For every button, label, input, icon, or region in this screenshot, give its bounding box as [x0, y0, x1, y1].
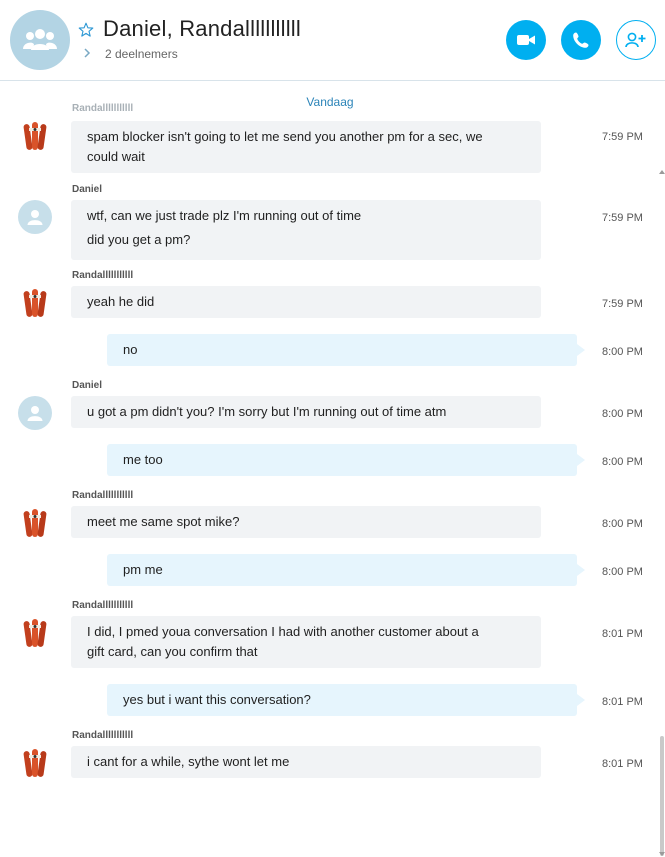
sausage-avatar-icon	[23, 289, 47, 317]
add-participant-button[interactable]	[616, 20, 656, 60]
sender-name: Randalllllllllll	[72, 730, 134, 741]
sausage-avatar-icon	[23, 509, 47, 537]
message-bubble[interactable]: wtf, can we just trade plz I'm running o…	[71, 200, 541, 260]
message-bubble[interactable]: i cant for a while, sythe wont let me	[71, 746, 541, 778]
message-text: could wait	[87, 149, 145, 164]
video-camera-icon	[517, 35, 535, 45]
message-timestamp: 8:01 PM	[602, 758, 643, 770]
sausage-avatar-icon	[23, 122, 47, 150]
message-timestamp: 8:00 PM	[602, 408, 643, 420]
message-list[interactable]: Vandaag Randalllllllllll spam blocker is…	[0, 81, 665, 856]
avatar[interactable]	[18, 119, 52, 153]
person-icon	[27, 210, 43, 225]
avatar[interactable]	[18, 200, 52, 234]
avatar[interactable]	[18, 396, 52, 430]
scroll-up-arrow-icon[interactable]	[659, 169, 665, 175]
person-icon	[27, 406, 43, 421]
conversation-title[interactable]: Daniel, Randalllllllllll	[103, 16, 301, 42]
sausage-avatar-icon	[23, 619, 47, 647]
message-bubble[interactable]: spam blocker isn't going to let me send …	[71, 121, 541, 173]
message-timestamp: 7:59 PM	[602, 131, 643, 143]
message-text: I did, I pmed youa conversation I had wi…	[87, 624, 479, 639]
video-call-button[interactable]	[506, 20, 546, 60]
message-bubble-outgoing[interactable]: yes but i want this conversation?	[107, 684, 585, 716]
message-text: gift card, can you confirm that	[87, 644, 258, 659]
sender-name: Randalllllllllll	[72, 490, 134, 501]
message-text: no	[123, 342, 138, 357]
participants-count[interactable]: 2 deelnemers	[105, 47, 178, 61]
message-timestamp: 8:00 PM	[602, 346, 643, 358]
audio-call-button[interactable]	[561, 20, 601, 60]
message-bubble[interactable]: I did, I pmed youa conversation I had wi…	[71, 616, 541, 668]
sender-name: Randalllllllllll	[72, 600, 134, 611]
message-bubble-outgoing[interactable]: no	[107, 334, 585, 366]
message-bubble-outgoing[interactable]: pm me	[107, 554, 585, 586]
message-timestamp: 7:59 PM	[602, 212, 643, 224]
message-timestamp: 8:01 PM	[602, 696, 643, 708]
group-icon	[23, 29, 57, 50]
message-bubble[interactable]: meet me same spot mike?	[71, 506, 541, 538]
message-text: meet me same spot mike?	[87, 514, 240, 529]
message-text: yeah he did	[87, 294, 155, 309]
favorite-star-icon[interactable]	[78, 22, 94, 38]
sender-name: Randalllllllllll	[72, 270, 134, 281]
sausage-avatar-icon	[23, 749, 47, 777]
group-avatar[interactable]	[10, 10, 70, 70]
message-timestamp: 8:01 PM	[602, 628, 643, 640]
message-text: u got a pm didn't you? I'm sorry but I'm…	[87, 404, 447, 419]
avatar[interactable]	[18, 746, 52, 780]
message-text: yes but i want this conversation?	[123, 692, 311, 707]
add-person-icon	[625, 32, 646, 48]
message-timestamp: 8:00 PM	[602, 518, 643, 530]
message-timestamp: 8:00 PM	[602, 566, 643, 578]
message-text: i cant for a while, sythe wont let me	[87, 754, 290, 769]
avatar[interactable]	[18, 286, 52, 320]
message-bubble[interactable]: u got a pm didn't you? I'm sorry but I'm…	[71, 396, 541, 428]
avatar[interactable]	[18, 506, 52, 540]
conversation-header: Daniel, Randalllllllllll 2 deelnemers	[0, 0, 665, 81]
scroll-down-arrow-icon[interactable]	[659, 851, 665, 857]
sender-name: Daniel	[72, 380, 103, 391]
chevron-right-icon[interactable]	[82, 47, 92, 59]
message-bubble[interactable]: yeah he did	[71, 286, 541, 318]
message-text: spam blocker isn't going to let me send …	[87, 129, 483, 144]
avatar[interactable]	[18, 616, 52, 650]
sender-name: Daniel	[72, 184, 103, 195]
phone-icon	[573, 32, 589, 48]
message-timestamp: 8:00 PM	[602, 456, 643, 468]
message-text: did you get a pm?	[87, 232, 191, 247]
message-text: wtf, can we just trade plz I'm running o…	[87, 208, 362, 223]
message-timestamp: 7:59 PM	[602, 298, 643, 310]
scrollbar-thumb[interactable]	[660, 736, 664, 856]
message-text: me too	[123, 452, 163, 467]
message-bubble-outgoing[interactable]: me too	[107, 444, 585, 476]
message-text: pm me	[123, 562, 163, 577]
sender-name: Randalllllllllll	[72, 103, 134, 114]
